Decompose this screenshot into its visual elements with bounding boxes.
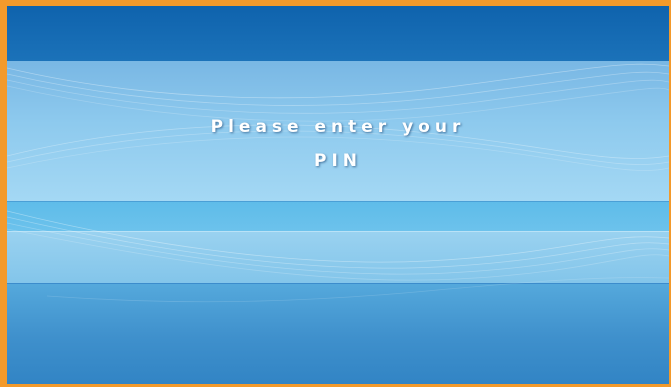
atm-screen: Please enter your PIN xyxy=(0,0,671,387)
top-band xyxy=(7,6,669,61)
prompt-line-1: Please enter your xyxy=(210,117,466,137)
middle-band xyxy=(7,201,669,231)
bottom-band xyxy=(7,283,669,384)
divider-line xyxy=(7,201,669,202)
divider-line xyxy=(7,231,669,232)
pin-prompt-text: Please enter your PIN xyxy=(7,110,669,178)
prompt-line-2: PIN xyxy=(313,151,362,171)
lower-light-band xyxy=(7,231,669,283)
divider-line xyxy=(7,283,669,284)
